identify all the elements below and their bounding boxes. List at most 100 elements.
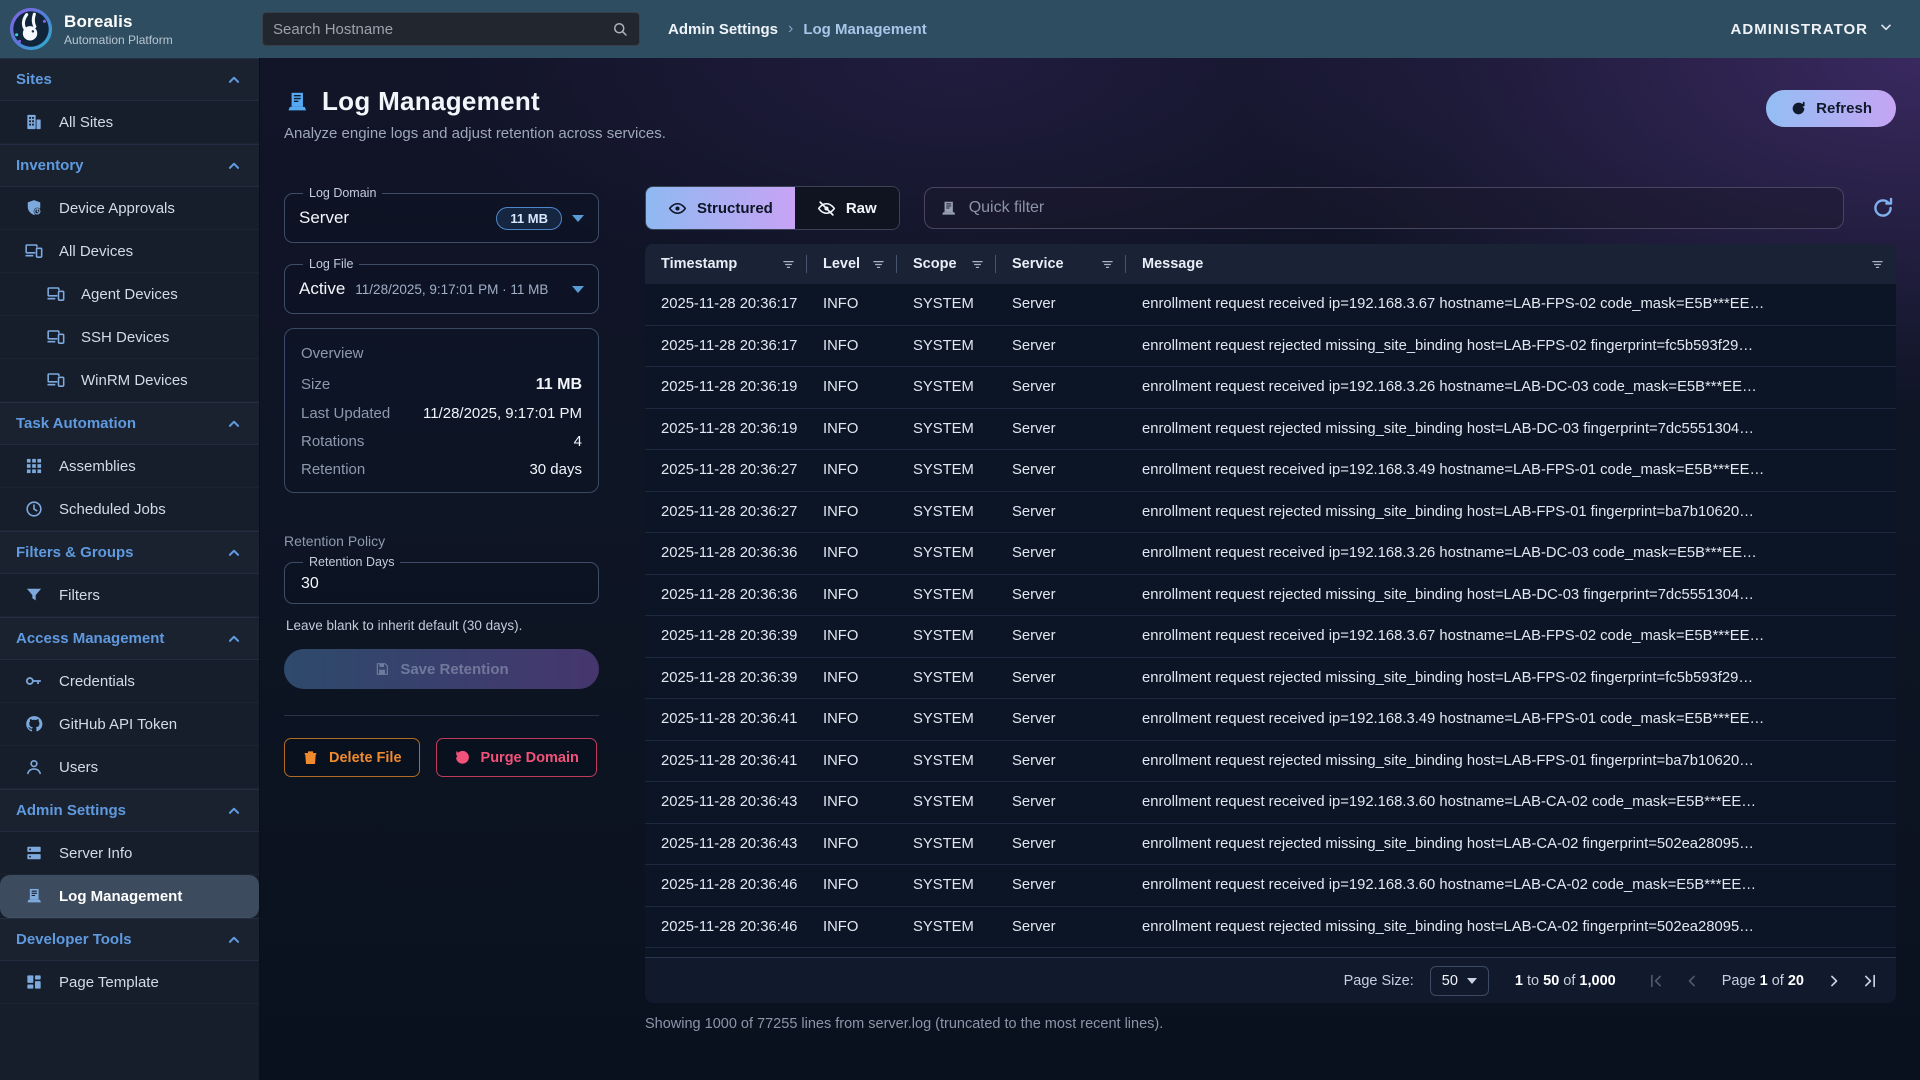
- quick-filter[interactable]: [924, 187, 1844, 229]
- save-retention-button[interactable]: Save Retention: [284, 649, 599, 689]
- table-footer-note: Showing 1000 of 77255 lines from server.…: [645, 1016, 1896, 1032]
- cell-level: INFO: [807, 919, 897, 935]
- table-row[interactable]: 2025-11-28 20:36:46INFOSYSTEMServerenrol…: [645, 865, 1896, 907]
- github-icon: [24, 714, 44, 734]
- first-page-button[interactable]: [1646, 971, 1666, 991]
- column-header-timestamp[interactable]: Timestamp: [645, 244, 807, 284]
- sidebar-item-github-api-token[interactable]: GitHub API Token: [0, 703, 259, 746]
- page-size-select[interactable]: 50: [1430, 966, 1489, 996]
- log-icon: [939, 199, 958, 218]
- cell-level: INFO: [807, 545, 897, 561]
- sidebar-item-users[interactable]: Users: [0, 746, 259, 789]
- sidebar-item-winrm-devices[interactable]: WinRM Devices: [0, 359, 259, 402]
- sidebar-item-credentials[interactable]: Credentials: [0, 660, 259, 703]
- sidebar-item-device-approvals[interactable]: Device Approvals: [0, 187, 259, 230]
- sidebar-item-all-sites[interactable]: All Sites: [0, 101, 259, 144]
- cell-scope: SYSTEM: [897, 628, 996, 644]
- column-filter-icon[interactable]: [1869, 256, 1886, 273]
- log-domain-panel: Log Domain Server 11 MB Log File Active: [284, 186, 599, 777]
- cell-service: Server: [996, 877, 1126, 893]
- retention-days-input[interactable]: [299, 573, 584, 593]
- sidebar-item-assemblies[interactable]: Assemblies: [0, 445, 259, 488]
- sidebar-item-agent-devices[interactable]: Agent Devices: [0, 273, 259, 316]
- delete-file-button[interactable]: Delete File: [284, 738, 420, 777]
- sidebar-section-filters-groups[interactable]: Filters & Groups: [0, 531, 259, 574]
- page-size-label: Page Size:: [1344, 973, 1414, 989]
- table-row[interactable]: 2025-11-28 20:36:19INFOSYSTEMServerenrol…: [645, 409, 1896, 451]
- sidebar-item-label: Page Template: [59, 974, 159, 991]
- column-filter-icon[interactable]: [780, 256, 797, 273]
- column-header-scope[interactable]: Scope: [897, 244, 996, 284]
- table-row[interactable]: 2025-11-28 20:36:17INFOSYSTEMServerenrol…: [645, 284, 1896, 326]
- table-row[interactable]: 2025-11-28 20:36:43INFOSYSTEMServerenrol…: [645, 782, 1896, 824]
- table-row[interactable]: 2025-11-28 20:36:17INFOSYSTEMServerenrol…: [645, 326, 1896, 368]
- table-row[interactable]: 2025-11-28 20:36:41INFOSYSTEMServerenrol…: [645, 741, 1896, 783]
- quick-filter-input[interactable]: [969, 199, 1829, 217]
- table-refresh-button[interactable]: [1870, 195, 1896, 221]
- table-row[interactable]: 2025-11-28 20:36:43INFOSYSTEMServerenrol…: [645, 824, 1896, 866]
- previous-page-button[interactable]: [1682, 971, 1702, 991]
- refresh-icon: [1790, 100, 1807, 117]
- cell-message: enrollment request received ip=192.168.3…: [1126, 628, 1896, 644]
- hostname-search[interactable]: [262, 12, 640, 46]
- sidebar-item-label: All Sites: [59, 114, 113, 131]
- user-menu[interactable]: ADMINISTRATOR: [1731, 19, 1894, 39]
- sidebar-item-ssh-devices[interactable]: SSH Devices: [0, 316, 259, 359]
- cell-timestamp: 2025-11-28 20:36:17: [645, 338, 807, 354]
- log-file-label: Log File: [303, 257, 359, 271]
- next-page-button[interactable]: [1824, 971, 1844, 991]
- search-input[interactable]: [273, 21, 611, 38]
- table-row[interactable]: 2025-11-28 20:36:39INFOSYSTEMServerenrol…: [645, 616, 1896, 658]
- table-row[interactable]: 2025-11-28 20:36:19INFOSYSTEMServerenrol…: [645, 367, 1896, 409]
- column-header-message[interactable]: Message: [1126, 244, 1896, 284]
- column-filter-icon[interactable]: [969, 256, 986, 273]
- log-domain-select[interactable]: Server 11 MB: [299, 204, 584, 232]
- log-domain-label: Log Domain: [303, 186, 382, 200]
- column-filter-icon[interactable]: [1099, 256, 1116, 273]
- brand: Borealis Automation Platform: [0, 6, 260, 52]
- sidebar-section-inventory[interactable]: Inventory: [0, 144, 259, 187]
- log-file-select[interactable]: Active 11/28/2025, 9:17:01 PM · 11 MB: [299, 275, 584, 303]
- sidebar-item-log-management[interactable]: Log Management: [0, 875, 259, 918]
- table-row[interactable]: 2025-11-28 20:36:46INFOSYSTEMServerenrol…: [645, 907, 1896, 949]
- sidebar-item-page-template[interactable]: Page Template: [0, 961, 259, 1004]
- purge-domain-button[interactable]: Purge Domain: [436, 738, 597, 777]
- sidebar-item-all-devices[interactable]: All Devices: [0, 230, 259, 273]
- sidebar-section-task-automation[interactable]: Task Automation: [0, 402, 259, 445]
- table-row[interactable]: 2025-11-28 20:36:41INFOSYSTEMServerenrol…: [645, 699, 1896, 741]
- devices-icon: [46, 370, 66, 390]
- devices-icon: [24, 241, 44, 261]
- cell-message: enrollment request received ip=192.168.3…: [1126, 296, 1896, 312]
- sidebar-section-access-management[interactable]: Access Management: [0, 617, 259, 660]
- sidebar-item-filters[interactable]: Filters: [0, 574, 259, 617]
- rotations-value: 4: [574, 433, 582, 450]
- sidebar-item-scheduled-jobs[interactable]: Scheduled Jobs: [0, 488, 259, 531]
- cell-service: Server: [996, 836, 1126, 852]
- tab-structured[interactable]: Structured: [646, 187, 795, 229]
- sidebar-section-sites[interactable]: Sites: [0, 58, 259, 101]
- sidebar-item-label: Scheduled Jobs: [59, 501, 166, 518]
- sidebar-item-server-info[interactable]: Server Info: [0, 832, 259, 875]
- column-header-service[interactable]: Service: [996, 244, 1126, 284]
- table-row[interactable]: 2025-11-28 20:36:36INFOSYSTEMServerenrol…: [645, 575, 1896, 617]
- last-page-button[interactable]: [1860, 971, 1880, 991]
- column-header-level[interactable]: Level: [807, 244, 897, 284]
- refresh-button[interactable]: Refresh: [1766, 90, 1896, 127]
- table-row[interactable]: 2025-11-28 20:36:27INFOSYSTEMServerenrol…: [645, 450, 1896, 492]
- funnel-icon: [24, 585, 44, 605]
- tab-raw[interactable]: Raw: [795, 187, 899, 229]
- table-row[interactable]: 2025-11-28 20:36:39INFOSYSTEMServerenrol…: [645, 658, 1896, 700]
- cell-service: Server: [996, 462, 1126, 478]
- column-filter-icon[interactable]: [870, 256, 887, 273]
- log-file-field: Log File Active 11/28/2025, 9:17:01 PM ·…: [284, 257, 599, 314]
- chevron-up-icon: [225, 71, 243, 89]
- cell-message: enrollment request received ip=192.168.3…: [1126, 711, 1896, 727]
- cell-level: INFO: [807, 753, 897, 769]
- sidebar-section-developer-tools[interactable]: Developer Tools: [0, 918, 259, 961]
- cell-scope: SYSTEM: [897, 877, 996, 893]
- breadcrumb-admin-settings[interactable]: Admin Settings: [668, 21, 778, 38]
- sidebar-section-admin-settings[interactable]: Admin Settings: [0, 789, 259, 832]
- table-row[interactable]: 2025-11-28 20:36:36INFOSYSTEMServerenrol…: [645, 533, 1896, 575]
- sidebar-item-label: Device Approvals: [59, 200, 175, 217]
- table-row[interactable]: 2025-11-28 20:36:27INFOSYSTEMServerenrol…: [645, 492, 1896, 534]
